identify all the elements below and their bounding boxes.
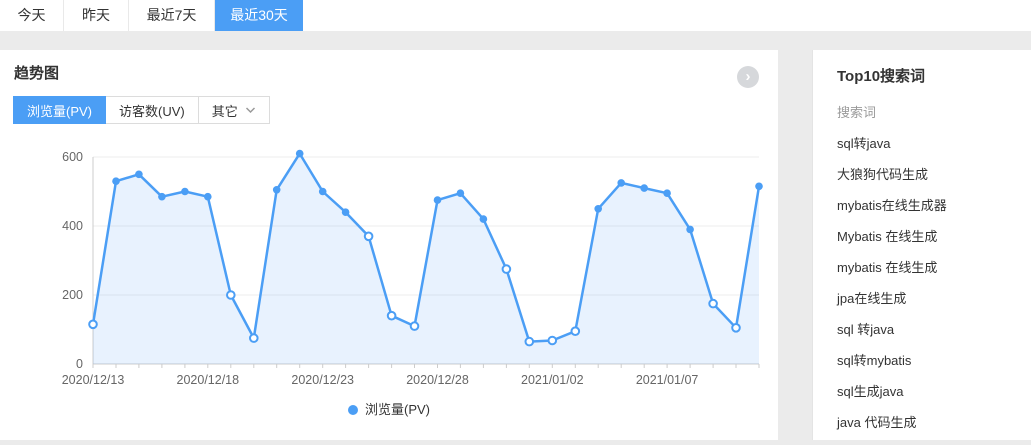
svg-text:0: 0 — [76, 357, 83, 371]
svg-text:2021/01/07: 2021/01/07 — [636, 373, 699, 387]
search-keyword-item: sql生成java — [837, 384, 1021, 400]
search-keyword-item: mybatis在线生成器 — [837, 198, 1021, 214]
svg-text:2021/01/02: 2021/01/02 — [521, 373, 584, 387]
chevron-down-icon — [245, 107, 256, 114]
keywords-list: sql转java 大狼狗代码生成 mybatis在线生成器 Mybatis 在线生成 m… — [837, 136, 1021, 431]
expand-arrow-button[interactable]: › — [737, 66, 759, 88]
metric-button-label: 其它 — [212, 101, 238, 120]
search-keyword-item: 大狼狗代码生成 — [837, 167, 1021, 183]
svg-text:2020/12/18: 2020/12/18 — [177, 373, 240, 387]
card-title: 趋势图 — [14, 62, 59, 83]
svg-text:400: 400 — [62, 219, 83, 233]
pv-trend-line-chart[interactable]: 0 200 400 600 2020/12/13 2020/12/18 2020/12/23… — [0, 130, 778, 400]
search-keyword-item: Mybatis 在线生成 — [837, 229, 1021, 245]
svg-text:200: 200 — [62, 288, 83, 302]
top10-keywords-panel: Top10搜索词 搜索词 sql转java 大狼狗代码生成 mybatis在线生成器… — [812, 50, 1031, 440]
metric-button-uv[interactable]: 访客数(UV) — [106, 96, 199, 124]
metric-button-label: 浏览量(PV) — [27, 101, 92, 120]
search-keyword-item: jpa在线生成 — [837, 291, 1021, 307]
trend-chart-card: 趋势图 › 浏览量(PV) 访客数(UV) 其它 0 200 400 600 2020/12… — [0, 50, 778, 440]
svg-text:2020/12/23: 2020/12/23 — [291, 373, 354, 387]
metric-button-pv[interactable]: 浏览量(PV) — [13, 96, 106, 124]
tab-yesterday[interactable]: 昨天 — [64, 0, 129, 31]
tab-today[interactable]: 今天 — [0, 0, 64, 31]
tab-last7days[interactable]: 最近7天 — [129, 0, 215, 31]
metric-button-label: 访客数(UV) — [119, 101, 185, 120]
search-keyword-item: java 代码生成 — [837, 415, 1021, 431]
date-range-tabbar: 今天昨天最近7天最近30天 — [0, 0, 1031, 31]
legend-dot-icon — [348, 405, 358, 415]
search-keyword-item: sql转java — [837, 136, 1021, 152]
search-keyword-item: mybatis 在线生成 — [837, 260, 1021, 276]
chevron-right-icon: › — [746, 68, 751, 85]
svg-text:600: 600 — [62, 150, 83, 164]
metric-toggle-group: 浏览量(PV) 访客数(UV) 其它 — [13, 96, 270, 124]
keywords-column-header: 搜索词 — [837, 105, 1021, 121]
metric-button-other[interactable]: 其它 — [199, 96, 270, 124]
legend-label: 浏览量(PV) — [365, 402, 430, 417]
search-keyword-item: sql 转java — [837, 322, 1021, 338]
svg-text:2020/12/28: 2020/12/28 — [406, 373, 469, 387]
search-keyword-item: sql转mybatis — [837, 353, 1021, 369]
tab-last30days[interactable]: 最近30天 — [215, 0, 303, 31]
panel-title: Top10搜索词 — [837, 68, 1021, 86]
chart-legend[interactable]: 浏览量(PV) — [0, 399, 778, 418]
svg-text:2020/12/13: 2020/12/13 — [62, 373, 125, 387]
